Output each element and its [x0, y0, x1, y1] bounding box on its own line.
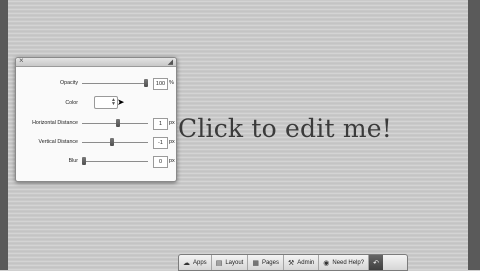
apps-button[interactable]: ☁ Apps — [179, 255, 212, 270]
vertical-distance-row: Vertical Distance -1 px — [16, 135, 176, 149]
vertical-distance-slider-thumb[interactable] — [109, 138, 114, 146]
pages-icon: ▦ — [252, 259, 259, 267]
help-button[interactable]: ◉ Need Help? — [319, 255, 370, 270]
collapse-icon: ↶ — [373, 259, 379, 267]
spinner-icon[interactable]: ▲ ▼ — [111, 98, 116, 107]
color-label: Color — [65, 100, 78, 106]
blur-unit: px — [169, 158, 175, 164]
close-icon[interactable]: × — [19, 56, 24, 65]
opacity-unit: % — [169, 80, 174, 86]
editable-headline[interactable]: Click to edit me! — [178, 114, 392, 143]
horizontal-distance-slider-thumb[interactable] — [116, 119, 121, 127]
collapse-button[interactable]: ↶ — [369, 255, 383, 270]
blur-input[interactable]: 0 — [153, 156, 168, 168]
opacity-row: Opacity 100 % — [16, 76, 176, 90]
horizontal-distance-row: Horizontal Distance 1 px — [16, 116, 176, 130]
pages-label: Pages — [261, 259, 279, 266]
opacity-slider-track[interactable] — [82, 83, 148, 84]
blur-row: Blur 0 px — [16, 154, 176, 168]
color-row: Color ▲ ▼ ➤ — [16, 96, 176, 110]
wrench-icon: ⚒ — [287, 259, 295, 267]
blur-slider-thumb[interactable] — [82, 157, 86, 165]
panel-titlebar[interactable]: × ◢ — [16, 56, 176, 67]
layout-button[interactable]: ▤ Layout — [212, 255, 249, 270]
horizontal-distance-label: Horizontal Distance — [32, 120, 78, 126]
vertical-distance-unit: px — [169, 139, 175, 145]
admin-label: Admin — [297, 259, 315, 266]
vertical-distance-slider-track[interactable] — [82, 142, 148, 143]
left-edge — [0, 0, 8, 270]
drop-shadow-panel: × ◢ Opacity 100 % Color ▲ ▼ ➤ Horizontal … — [15, 56, 177, 182]
layout-icon: ▤ — [215, 259, 223, 267]
horizontal-distance-slider-track[interactable] — [82, 123, 148, 124]
admin-button[interactable]: ⚒ Admin — [284, 255, 320, 270]
apps-icon: ☁ — [183, 259, 190, 267]
help-icon: ◉ — [323, 259, 330, 267]
vertical-distance-label: Vertical Distance — [38, 139, 78, 145]
apps-label: Apps — [193, 259, 207, 266]
blur-slider-track[interactable] — [82, 161, 148, 162]
opacity-input[interactable]: 100 — [153, 78, 168, 90]
vertical-distance-input[interactable]: -1 — [153, 137, 168, 149]
right-edge — [468, 0, 480, 270]
layout-label: Layout — [225, 259, 244, 266]
color-picker[interactable]: ▲ ▼ — [94, 96, 118, 109]
blur-label: Blur — [68, 158, 78, 164]
admin-taskbar: ☁ Apps ▤ Layout ▦ Pages ⚒ Admin ◉ Need H… — [178, 254, 408, 271]
horizontal-distance-unit: px — [169, 120, 175, 126]
opacity-label: Opacity — [60, 80, 78, 86]
pages-button[interactable]: ▦ Pages — [248, 255, 284, 270]
panel-grip-icon[interactable]: ◢ — [168, 58, 173, 66]
horizontal-distance-input[interactable]: 1 — [153, 118, 168, 130]
help-label: Need Help? — [332, 259, 365, 266]
opacity-slider-thumb[interactable] — [144, 79, 148, 87]
pointer-cursor-icon: ➤ — [117, 97, 125, 107]
